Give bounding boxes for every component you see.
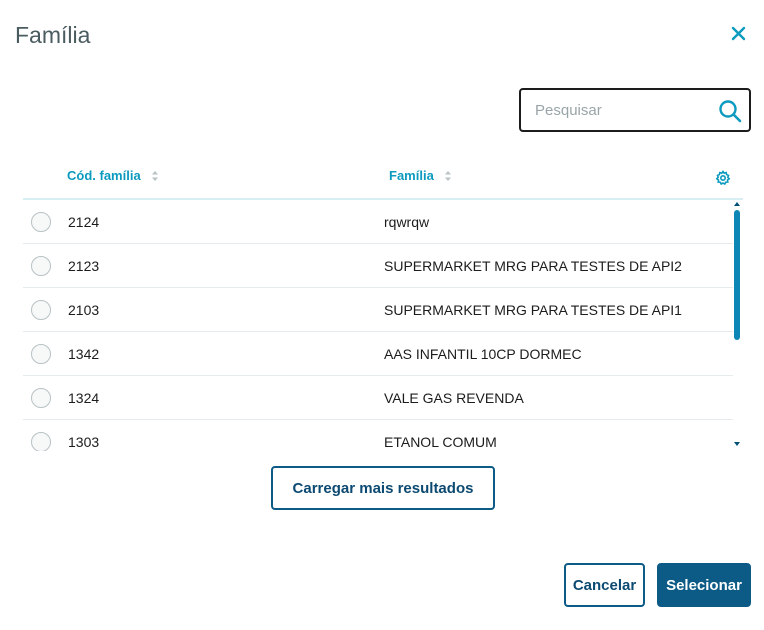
cell-code: 1303 (68, 434, 100, 450)
gear-icon (715, 170, 731, 186)
cancel-button[interactable]: Cancelar (564, 563, 645, 607)
table-header: Cód. família Família (23, 158, 743, 200)
cell-code: 1324 (68, 390, 100, 406)
column-header-label: Cód. família (67, 168, 141, 183)
row-radio[interactable] (31, 212, 51, 232)
cell-code: 2103 (68, 302, 100, 318)
search-field[interactable] (519, 88, 751, 132)
close-icon (731, 26, 746, 41)
search-input[interactable] (535, 90, 705, 130)
sort-icon (151, 170, 159, 182)
scroll-down-arrow-icon[interactable] (734, 442, 740, 446)
cell-family: SUPERMARKET MRG PARA TESTES DE API1 (384, 302, 682, 318)
scroll-up-arrow-icon[interactable] (734, 202, 740, 206)
scrollbar-thumb[interactable] (734, 210, 740, 340)
cell-family: AAS INFANTIL 10CP DORMEC (384, 346, 582, 362)
cell-code: 1342 (68, 346, 100, 362)
column-header-code[interactable]: Cód. família (67, 168, 159, 183)
cell-family: SUPERMARKET MRG PARA TESTES DE API2 (384, 258, 682, 274)
row-radio[interactable] (31, 432, 51, 451)
cell-family: VALE GAS REVENDA (384, 390, 524, 406)
column-header-family[interactable]: Família (389, 168, 452, 183)
row-radio[interactable] (31, 300, 51, 320)
cell-code: 2124 (68, 214, 100, 230)
row-radio[interactable] (31, 388, 51, 408)
search-button[interactable] (717, 98, 743, 124)
table-row[interactable]: 1303 ETANOL COMUM (23, 420, 733, 451)
column-header-label: Família (389, 168, 434, 183)
column-settings-button[interactable] (715, 170, 731, 186)
row-radio[interactable] (31, 344, 51, 364)
cell-family: rqwrqw (384, 214, 430, 230)
sort-icon (444, 170, 452, 182)
table-body: 2124 rqwrqw 2123 SUPERMARKET MRG PARA TE… (23, 200, 735, 451)
load-more-button[interactable]: Carregar mais resultados (271, 466, 495, 510)
table-row[interactable]: 2124 rqwrqw (23, 200, 733, 244)
table-row[interactable]: 2123 SUPERMARKET MRG PARA TESTES DE API2 (23, 244, 733, 288)
table-scrollbar[interactable] (733, 200, 743, 451)
table-row[interactable]: 1342 AAS INFANTIL 10CP DORMEC (23, 332, 733, 376)
cell-code: 2123 (68, 258, 100, 274)
modal-title: Família (15, 22, 91, 48)
close-button[interactable] (728, 23, 750, 45)
table-row[interactable]: 2103 SUPERMARKET MRG PARA TESTES DE API1 (23, 288, 733, 332)
row-radio[interactable] (31, 256, 51, 276)
select-button[interactable]: Selecionar (657, 563, 751, 607)
search-icon (719, 100, 742, 123)
cell-family: ETANOL COMUM (384, 434, 497, 450)
table-row[interactable]: 1324 VALE GAS REVENDA (23, 376, 733, 420)
